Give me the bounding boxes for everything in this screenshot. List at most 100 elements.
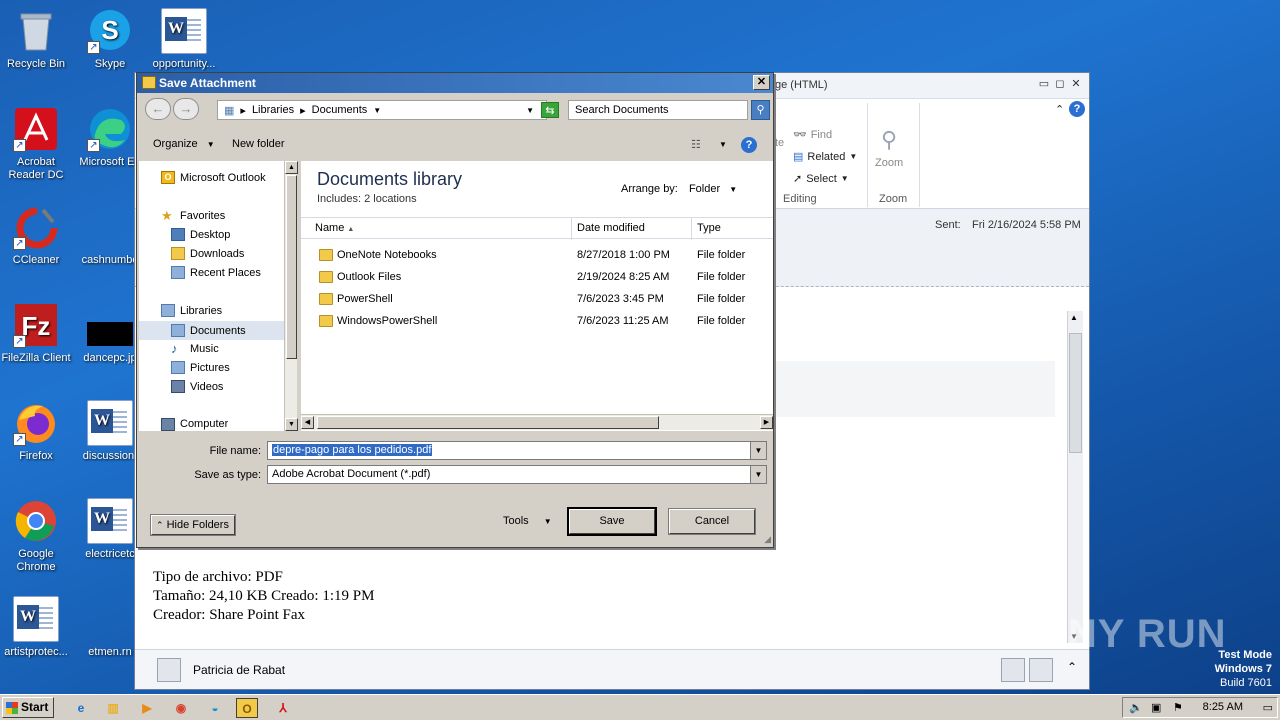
zoom-button[interactable]: ⚲ Zoom — [875, 127, 903, 169]
person-icon[interactable] — [1001, 658, 1025, 682]
select-button[interactable]: ➚ Select ▼ — [793, 172, 849, 186]
clock[interactable]: 8:25 AM — [1203, 701, 1243, 713]
nav-computer[interactable]: Computer — [161, 418, 228, 431]
desktop-icon-ccleaner[interactable]: ↗ CCleaner — [0, 204, 74, 267]
forward-arrow-icon[interactable]: → — [173, 98, 199, 120]
start-button[interactable]: Start — [2, 697, 54, 718]
chevron-down-icon: ▼ — [543, 517, 552, 526]
desktop-icon-recycle-bin[interactable]: Recycle Bin — [0, 8, 74, 71]
edge-icon[interactable]: ◒ — [204, 698, 226, 718]
file-row[interactable]: PowerShell 7/6/2023 3:45 PM File folder — [301, 289, 773, 311]
arrange-by-dropdown[interactable]: Folder ▼ — [689, 183, 737, 195]
desktop-icon-chrome[interactable]: Google Chrome — [0, 498, 74, 574]
media-player-icon[interactable]: ▶ — [136, 698, 158, 718]
desktop-icon-opportunity[interactable]: opportunity... — [146, 8, 222, 71]
column-date-modified[interactable]: Date modified — [577, 222, 645, 234]
breadcrumb-documents[interactable]: Documents — [312, 104, 368, 116]
organize-button[interactable]: Organize ▼ — [153, 138, 215, 150]
show-desktop-icon[interactable]: ▭ — [1263, 701, 1273, 714]
search-icon[interactable]: ⚲ — [751, 100, 770, 120]
related-button[interactable]: ▤ Related ▼ — [793, 150, 857, 164]
scroll-right-icon[interactable]: ▶ — [760, 416, 773, 429]
library-icon: ▦ — [224, 104, 235, 117]
column-type[interactable]: Type — [697, 222, 721, 234]
nav-documents[interactable]: Documents — [139, 321, 284, 340]
scroll-up-icon[interactable]: ▲ — [285, 161, 298, 174]
desktop-icon-firefox[interactable]: ↗ Firefox — [0, 400, 74, 463]
chevron-down-icon[interactable]: ▼ — [750, 442, 766, 459]
save-type-select[interactable]: Adobe Acrobat Document (*.pdf) ▼ — [267, 465, 767, 484]
ribbon-collapse-icon[interactable]: ⌃ — [1055, 103, 1064, 116]
nav-libraries[interactable]: Libraries — [161, 304, 222, 317]
computer-icon — [161, 418, 175, 431]
desktop-icon-artistprotec[interactable]: artistprotec... — [0, 596, 74, 659]
chevron-down-icon[interactable]: ▼ — [719, 140, 727, 149]
nav-scrollbar[interactable]: ▲ ▼ — [284, 161, 298, 431]
ie-icon[interactable]: e — [70, 698, 92, 718]
navigation-pane: O Microsoft Outlook ★ Favorites Desktop … — [139, 161, 297, 431]
save-button[interactable]: Save — [567, 507, 657, 536]
volume-icon[interactable]: 🔈 — [1129, 701, 1143, 714]
search-input[interactable]: Search Documents — [568, 100, 748, 120]
scroll-thumb[interactable] — [286, 175, 297, 359]
nav-desktop[interactable]: Desktop — [171, 228, 230, 241]
nav-recent-places[interactable]: Recent Places — [171, 266, 261, 279]
acrobat-icon[interactable]: ⅄ — [272, 698, 294, 718]
expand-icon[interactable]: ⌃ — [1067, 660, 1077, 674]
nav-microsoft-outlook[interactable]: O Microsoft Outlook — [161, 171, 266, 184]
nav-favorites[interactable]: ★ Favorites — [161, 209, 225, 222]
hide-folders-button[interactable]: ⌃ Hide Folders — [150, 514, 236, 536]
column-name[interactable]: Name ▲ — [315, 222, 354, 234]
tools-button[interactable]: Tools ▼ — [503, 515, 552, 527]
scroll-down-icon[interactable]: ▼ — [285, 418, 298, 431]
outlook-icon[interactable]: O — [236, 698, 258, 718]
minimize-icon[interactable]: ▭ — [1037, 77, 1051, 91]
maximize-icon[interactable]: ◻ — [1053, 77, 1067, 91]
breadcrumb-libraries[interactable]: Libraries — [252, 104, 294, 116]
folder-icon — [319, 293, 333, 305]
file-row[interactable]: OneNote Notebooks 8/27/2018 1:00 PM File… — [301, 245, 773, 267]
desktop-icon-acrobat[interactable]: ↗ Acrobat Reader DC — [0, 106, 74, 182]
chevron-down-icon[interactable]: ▼ — [373, 106, 381, 115]
system-tray: 🔈 ▣ ⚑ 8:25 AM ▭ — [1122, 697, 1278, 718]
back-arrow-icon[interactable]: ← — [145, 98, 171, 120]
file-list-hscrollbar[interactable]: ◀ ▶ — [301, 414, 773, 430]
explorer-icon[interactable]: ▥ — [102, 698, 124, 718]
file-row[interactable]: WindowsPowerShell 7/6/2023 11:25 AM File… — [301, 311, 773, 333]
close-button[interactable]: ✕ — [753, 75, 770, 90]
scroll-thumb[interactable] — [317, 416, 659, 429]
arrange-by: Arrange by: Folder ▼ — [621, 183, 738, 195]
address-bar[interactable]: ▦ ▸ Libraries ▸ Documents ▼ ▼ — [217, 100, 547, 120]
nav-pictures[interactable]: Pictures — [171, 361, 230, 374]
chevron-down-icon[interactable]: ▼ — [750, 466, 766, 483]
help-icon[interactable]: ? — [741, 137, 757, 153]
nav-videos[interactable]: Videos — [171, 380, 223, 393]
file-list-pane: Documents library Includes: 2 locations … — [301, 161, 773, 431]
desktop-icon-filezilla[interactable]: Fz ↗ FileZilla Client — [0, 302, 74, 365]
flag-icon[interactable]: ⚑ — [1173, 701, 1183, 714]
new-folder-button[interactable]: New folder — [232, 138, 285, 150]
address-dropdown-icon[interactable]: ▼ — [526, 106, 534, 115]
help-icon[interactable]: ? — [1069, 101, 1085, 117]
view-icon[interactable]: ☷ — [691, 138, 701, 151]
file-name-input[interactable]: depre-pago para los pedidos.pdf ▼ — [267, 441, 767, 460]
resize-grip-icon[interactable]: ◢ — [764, 534, 771, 545]
find-button[interactable]: 👓 Find — [793, 128, 832, 142]
chrome-icon[interactable]: ◉ — [170, 698, 192, 718]
scroll-left-icon[interactable]: ◀ — [301, 416, 314, 429]
scroll-up-icon[interactable]: ▲ — [1070, 313, 1078, 322]
network-icon[interactable]: ▣ — [1151, 701, 1161, 714]
refresh-icon[interactable]: ⇆ — [541, 102, 559, 118]
desktop-icon-skype[interactable]: S ↗ Skype — [72, 8, 148, 71]
people-icon[interactable] — [1029, 658, 1053, 682]
scroll-thumb[interactable] — [1069, 333, 1082, 453]
nav-music[interactable]: ♪ Music — [171, 342, 219, 355]
nav-downloads[interactable]: Downloads — [171, 247, 244, 260]
cancel-button[interactable]: Cancel — [668, 508, 756, 535]
zoom-group-label: Zoom — [879, 193, 908, 205]
ccleaner-icon: ↗ — [13, 204, 59, 250]
sender-name[interactable]: Patricia de Rabat — [193, 663, 285, 677]
file-row[interactable]: Outlook Files 2/19/2024 8:25 AM File fol… — [301, 267, 773, 289]
close-icon[interactable]: ✕ — [1069, 77, 1083, 91]
message-scrollbar[interactable]: ▲ ▼ — [1067, 311, 1083, 643]
